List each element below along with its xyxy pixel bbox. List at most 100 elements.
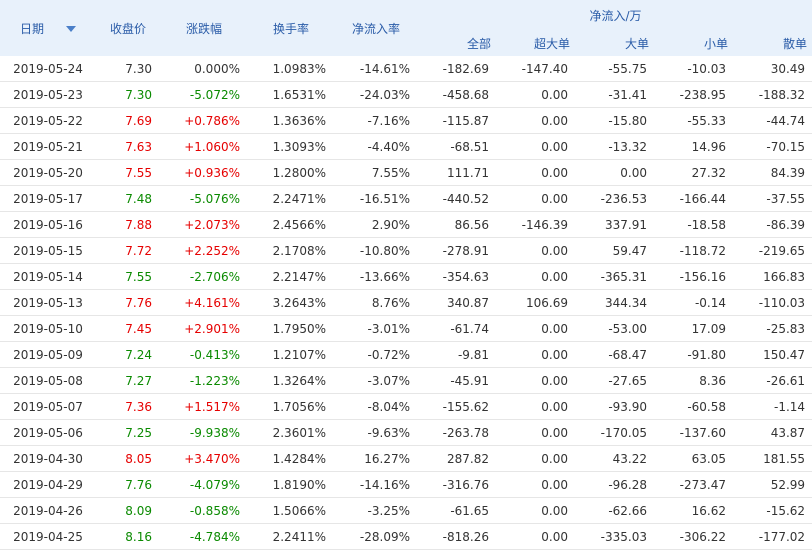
- cell-extra-large: 0.00: [497, 367, 576, 394]
- cell-close: 8.16: [96, 523, 160, 550]
- cell-large: -15.80: [576, 107, 655, 134]
- table-row: 2019-05-23 7.30 -5.072% 1.6531% -24.03% -458.…: [0, 81, 812, 108]
- cell-retail: 52.99: [734, 471, 812, 498]
- cell-date: 2019-04-25: [0, 523, 96, 550]
- cell-date: 2019-05-22: [0, 107, 96, 134]
- header-all[interactable]: 全部: [418, 30, 497, 56]
- cell-large: -170.05: [576, 419, 655, 446]
- cell-large: -96.28: [576, 471, 655, 498]
- cell-turnover: 2.3601%: [248, 419, 334, 446]
- table-row: 2019-05-20 7.55 +0.936% 1.2800% 7.55% 111.71 0…: [0, 159, 812, 186]
- cell-net-inflow-rate: -0.72%: [334, 341, 418, 368]
- cell-extra-large: -147.40: [497, 56, 576, 82]
- cell-small: -0.14: [655, 289, 734, 316]
- cell-turnover: 1.3636%: [248, 107, 334, 134]
- cell-all: -45.91: [418, 367, 497, 394]
- cell-retail: -37.55: [734, 185, 812, 212]
- cell-turnover: 1.0983%: [248, 56, 334, 82]
- header-net-inflow-group: 净流入/万: [418, 0, 812, 30]
- header-small[interactable]: 小单: [655, 30, 734, 56]
- cell-change: -4.784%: [160, 523, 248, 550]
- table-row: 2019-05-13 7.76 +4.161% 3.2643% 8.76% 340.87 1…: [0, 289, 812, 316]
- cell-close: 7.25: [96, 419, 160, 446]
- cell-date: 2019-05-15: [0, 237, 96, 264]
- cell-large: 344.34: [576, 289, 655, 316]
- cell-all: -68.51: [418, 133, 497, 160]
- cell-change: +2.901%: [160, 315, 248, 342]
- cell-small: -137.60: [655, 419, 734, 446]
- cell-change: +0.936%: [160, 159, 248, 186]
- cell-all: 111.71: [418, 159, 497, 186]
- cell-extra-large: 0.00: [497, 81, 576, 108]
- cell-all: -263.78: [418, 419, 497, 446]
- cell-all: -458.68: [418, 81, 497, 108]
- cell-all: -9.81: [418, 341, 497, 368]
- cell-large: 43.22: [576, 445, 655, 472]
- cell-all: -182.69: [418, 56, 497, 82]
- cell-close: 7.27: [96, 367, 160, 394]
- cell-close: 7.30: [96, 56, 160, 82]
- cell-date: 2019-04-26: [0, 497, 96, 524]
- cell-retail: 84.39: [734, 159, 812, 186]
- cell-small: -60.58: [655, 393, 734, 420]
- table-row: 2019-05-17 7.48 -5.076% 2.2471% -16.51% -440.…: [0, 185, 812, 212]
- cell-small: -238.95: [655, 81, 734, 108]
- cell-net-inflow-rate: -14.16%: [334, 471, 418, 498]
- cell-extra-large: 0.00: [497, 341, 576, 368]
- cell-all: -316.76: [418, 471, 497, 498]
- cell-date: 2019-05-06: [0, 419, 96, 446]
- cell-large: -68.47: [576, 341, 655, 368]
- cell-small: -91.80: [655, 341, 734, 368]
- header-extra-large[interactable]: 超大单: [497, 30, 576, 56]
- cell-small: -55.33: [655, 107, 734, 134]
- cell-retail: -26.61: [734, 367, 812, 394]
- table-row: 2019-05-24 7.30 0.000% 1.0983% -14.61% -182.6…: [0, 56, 812, 82]
- cell-retail: -86.39: [734, 211, 812, 238]
- cell-extra-large: -146.39: [497, 211, 576, 238]
- cell-date: 2019-05-14: [0, 263, 96, 290]
- cell-large: -93.90: [576, 393, 655, 420]
- cell-small: 14.96: [655, 133, 734, 160]
- cell-all: 86.56: [418, 211, 497, 238]
- cell-change: -2.706%: [160, 263, 248, 290]
- cell-close: 7.76: [96, 289, 160, 316]
- header-close[interactable]: 收盘价: [96, 0, 160, 56]
- header-change[interactable]: 涨跌幅: [160, 0, 248, 56]
- header-large[interactable]: 大单: [576, 30, 655, 56]
- cell-small: -156.16: [655, 263, 734, 290]
- cell-net-inflow-rate: -13.66%: [334, 263, 418, 290]
- cell-extra-large: 0.00: [497, 393, 576, 420]
- cell-all: -61.74: [418, 315, 497, 342]
- cell-retail: -110.03: [734, 289, 812, 316]
- cell-all: -115.87: [418, 107, 497, 134]
- cell-small: -166.44: [655, 185, 734, 212]
- cell-turnover: 1.4284%: [248, 445, 334, 472]
- table-row: 2019-05-08 7.27 -1.223% 1.3264% -3.07% -45.91…: [0, 367, 812, 394]
- cell-retail: 166.83: [734, 263, 812, 290]
- cell-close: 8.05: [96, 445, 160, 472]
- cell-large: -13.32: [576, 133, 655, 160]
- header-turnover[interactable]: 换手率: [248, 0, 334, 56]
- cell-net-inflow-rate: -7.16%: [334, 107, 418, 134]
- cell-close: 7.45: [96, 315, 160, 342]
- table-row: 2019-05-14 7.55 -2.706% 2.2147% -13.66% -354.…: [0, 263, 812, 290]
- cell-turnover: 2.2411%: [248, 523, 334, 550]
- table-row: 2019-05-10 7.45 +2.901% 1.7950% -3.01% -61.74…: [0, 315, 812, 342]
- cell-date: 2019-05-17: [0, 185, 96, 212]
- cell-date: 2019-04-30: [0, 445, 96, 472]
- fund-flow-table: 日期 收盘价 涨跌幅 换手率 净流入率 净流入/万 全部 超大单 大单 小单 散…: [0, 0, 812, 550]
- header-date[interactable]: 日期: [0, 0, 96, 56]
- cell-small: 27.32: [655, 159, 734, 186]
- header-retail[interactable]: 散单: [734, 30, 812, 56]
- cell-date: 2019-05-13: [0, 289, 96, 316]
- header-net-inflow-rate[interactable]: 净流入率: [334, 0, 418, 56]
- cell-turnover: 2.2471%: [248, 185, 334, 212]
- cell-net-inflow-rate: -28.09%: [334, 523, 418, 550]
- cell-date: 2019-05-08: [0, 367, 96, 394]
- cell-all: 340.87: [418, 289, 497, 316]
- cell-net-inflow-rate: -16.51%: [334, 185, 418, 212]
- cell-large: -27.65: [576, 367, 655, 394]
- sort-down-icon[interactable]: [66, 26, 76, 32]
- cell-small: -10.03: [655, 56, 734, 82]
- cell-small: -118.72: [655, 237, 734, 264]
